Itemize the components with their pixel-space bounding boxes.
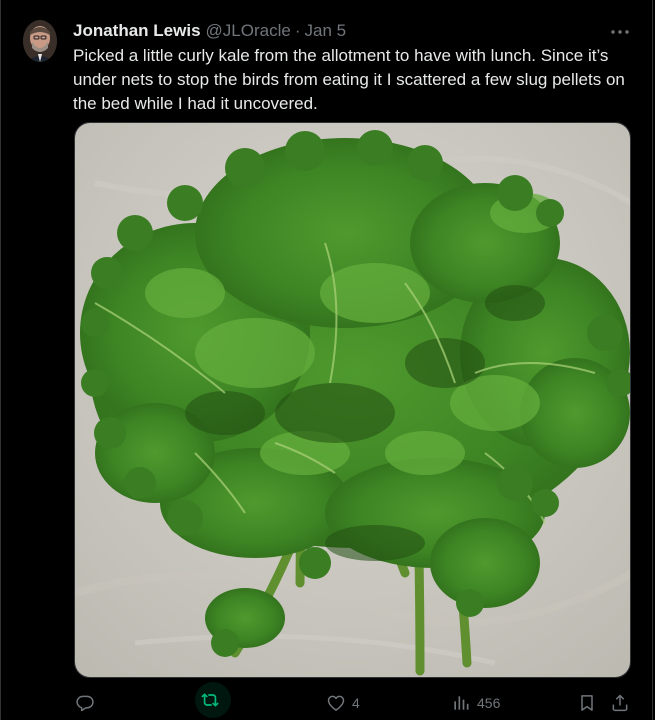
tweet-text: Picked a little curly kale from the allo… — [73, 46, 625, 113]
avatar[interactable] — [23, 20, 57, 62]
tweet-actions: 4 456 — [73, 682, 633, 718]
retweet-button[interactable] — [195, 682, 231, 718]
more-options-button[interactable] — [609, 24, 631, 40]
heart-icon — [327, 695, 345, 711]
bookmark-icon — [581, 695, 593, 711]
views-button[interactable]: 456 — [451, 688, 500, 718]
views-icon — [454, 696, 469, 710]
like-count: 4 — [352, 695, 360, 711]
reply-button[interactable] — [75, 688, 101, 718]
author-handle[interactable]: @JLOracle — [206, 21, 291, 41]
separator-dot: · — [294, 21, 301, 40]
retweet-icon — [201, 693, 219, 707]
share-button[interactable] — [610, 688, 630, 718]
tweet-header: Jonathan Lewis @JLOracle · Jan 5 — [73, 20, 346, 42]
reply-icon — [76, 695, 94, 712]
kale-photo — [75, 123, 630, 677]
more-icon — [611, 30, 629, 34]
like-button[interactable]: 4 — [326, 688, 360, 718]
bookmark-button[interactable] — [577, 688, 597, 718]
share-icon — [612, 694, 628, 712]
tweet-date[interactable]: Jan 5 — [305, 21, 347, 41]
author-name[interactable]: Jonathan Lewis — [73, 21, 201, 41]
tweet-media[interactable] — [74, 122, 631, 678]
tweet-article[interactable]: Jonathan Lewis @JLOracle · Jan 5 Picked … — [0, 0, 653, 720]
views-count: 456 — [477, 695, 501, 711]
